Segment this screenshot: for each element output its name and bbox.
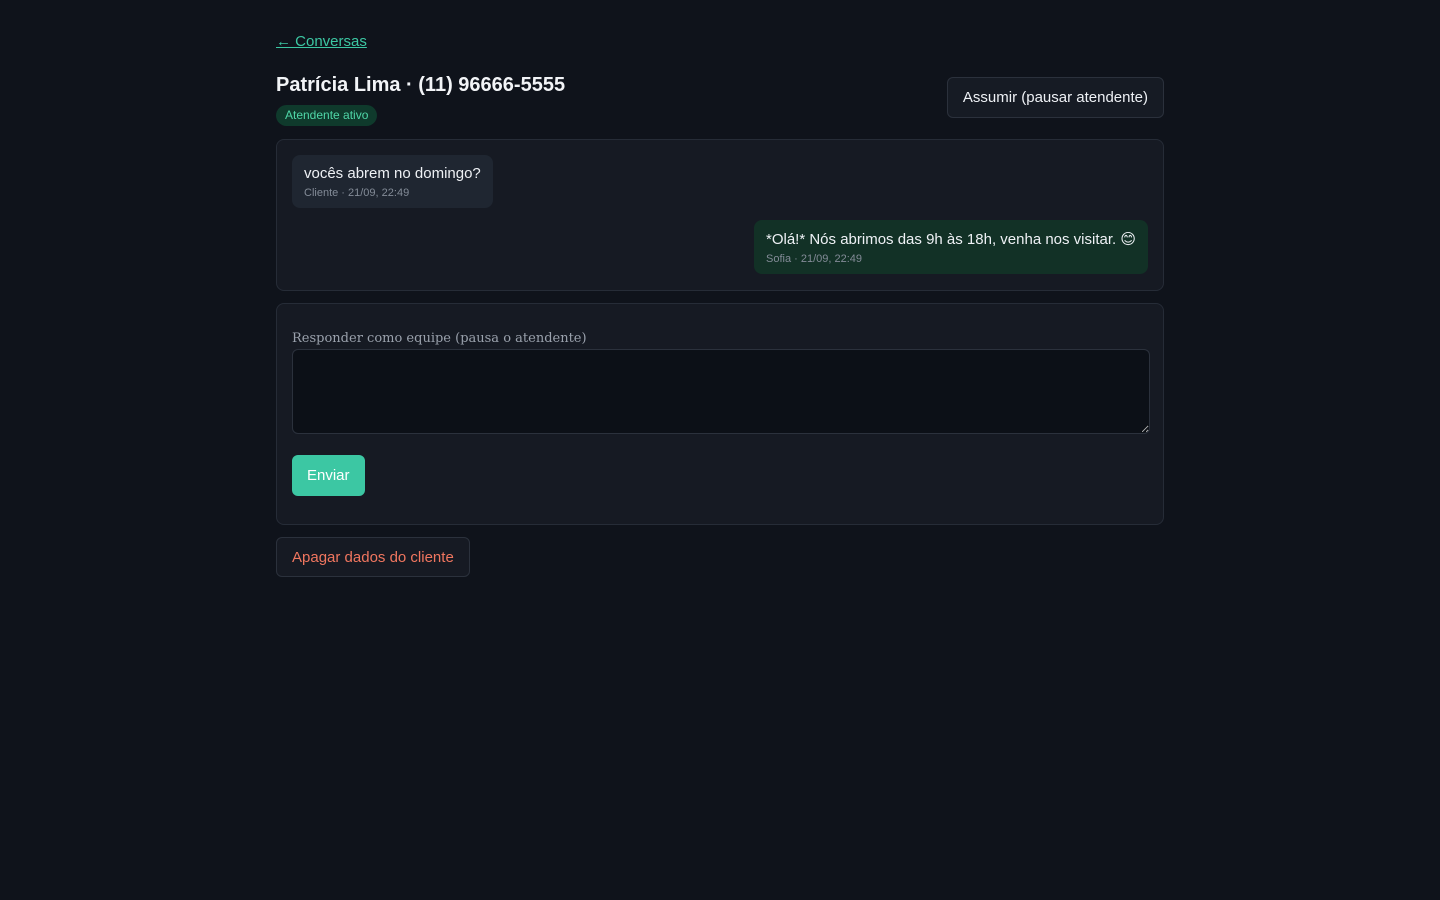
reply-input[interactable] — [292, 349, 1150, 434]
delete-client-data-button[interactable]: Apagar dados do cliente — [276, 537, 470, 577]
page-title: Patrícia Lima · (11) 96666-5555 — [276, 74, 566, 96]
back-to-conversations-link[interactable]: ← Conversas — [276, 33, 367, 50]
reply-label: Responder como equipe (pausa o atendente… — [292, 331, 587, 346]
message-meta: Sofia · 21/09, 22:49 — [766, 253, 863, 265]
message-meta: Cliente · 21/09, 22:49 — [304, 187, 410, 199]
send-button[interactable]: Enviar — [292, 455, 365, 496]
status-badge: Atendente ativo — [276, 105, 378, 126]
message-outgoing: *Olá!* Nós abrimos das 9h às 18h, venha … — [754, 220, 1148, 274]
message-text: *Olá!* Nós abrimos das 9h às 18h, venha … — [766, 231, 1136, 248]
reply-panel: Responder como equipe (pausa o atendente… — [276, 303, 1164, 525]
message-thread: vocês abrem no domingo? Cliente · 21/09,… — [276, 139, 1164, 291]
message-text: vocês abrem no domingo? — [304, 165, 481, 182]
message-incoming: vocês abrem no domingo? Cliente · 21/09,… — [292, 155, 493, 208]
takeover-button[interactable]: Assumir (pausar atendente) — [946, 77, 1164, 118]
